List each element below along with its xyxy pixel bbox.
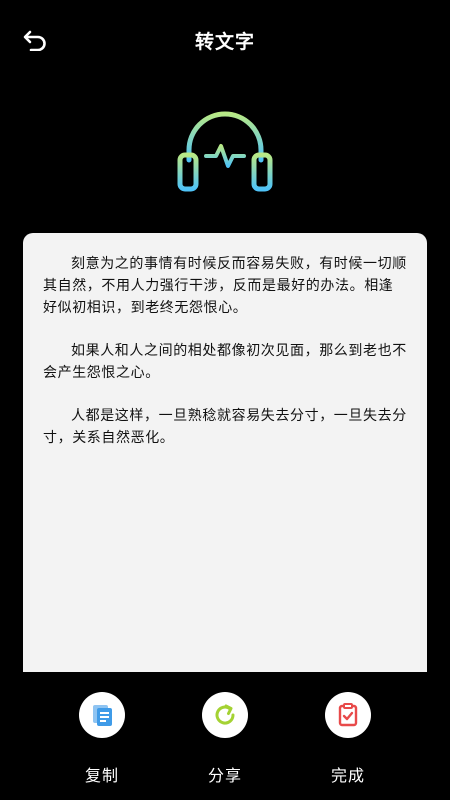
header: 转文字 xyxy=(0,0,450,80)
share-label: 分享 xyxy=(207,766,242,785)
copy-icon xyxy=(93,705,112,726)
transcript-text-area[interactable]: 刻意为之的事情有时候反而容易失败，有时候一切顺其自然，不用人力强行干涉，反而是最… xyxy=(23,233,427,673)
transcript-paragraph: 如果人和人之间的相处都像初次见面，那么到老也不会产生怨恨之心。 xyxy=(43,343,407,381)
copy-icon-circle xyxy=(79,692,125,738)
transcript-paragraph: 刻意为之的事情有时候反而容易失败，有时候一切顺其自然，不用人力强行干涉，反而是最… xyxy=(43,256,407,316)
bottom-action-bar: 复制 分享 完成 xyxy=(0,672,450,800)
transcript-paragraph: 人都是这样，一旦熟稔就容易失去分寸，一旦失去分寸，关系自然恶化。 xyxy=(43,408,407,446)
clipboard-check-icon xyxy=(338,703,358,727)
share-refresh-icon xyxy=(215,704,235,725)
headphones-waveform-icon xyxy=(175,108,275,194)
copy-label: 复制 xyxy=(84,766,119,785)
done-label: 完成 xyxy=(330,766,365,785)
copy-button[interactable]: 复制 xyxy=(62,692,142,792)
share-icon-circle xyxy=(202,692,248,738)
page-title: 转文字 xyxy=(194,31,255,53)
done-button[interactable]: 完成 xyxy=(308,692,388,792)
done-icon-circle xyxy=(325,692,371,738)
share-button[interactable]: 分享 xyxy=(185,692,265,792)
